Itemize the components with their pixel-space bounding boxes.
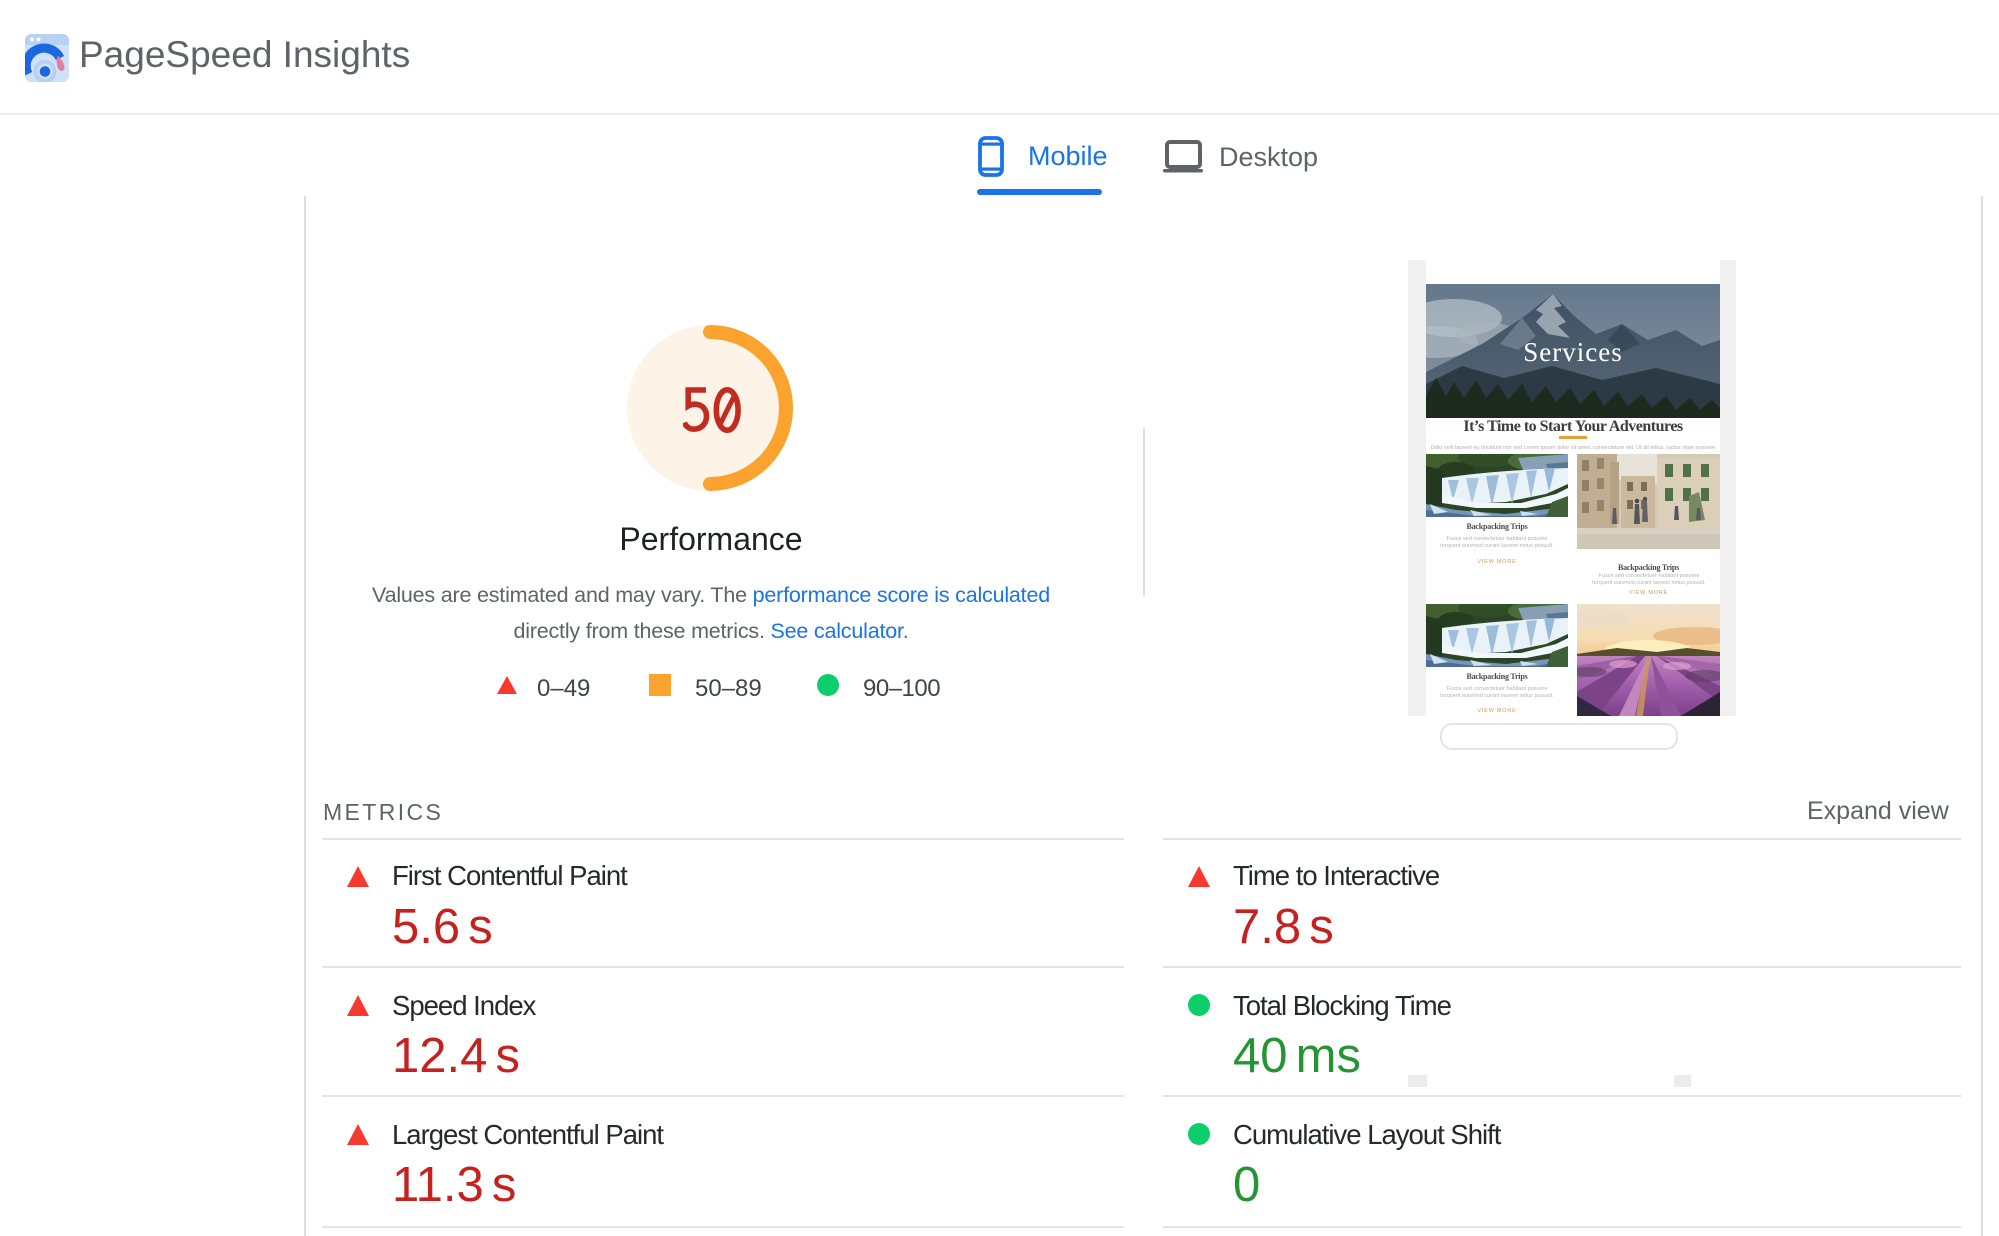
svg-text:Services: Services xyxy=(1523,337,1622,367)
